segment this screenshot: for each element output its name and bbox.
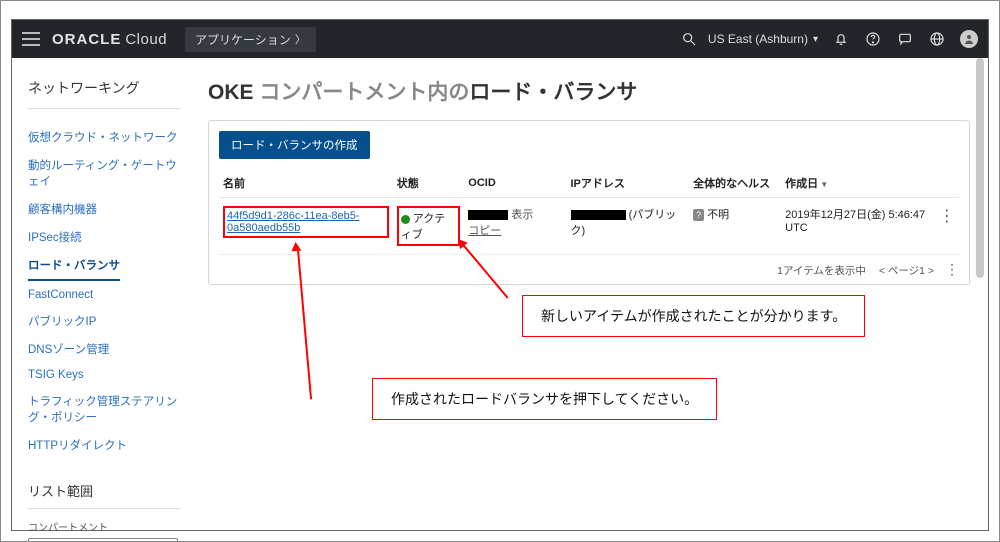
ocid-copy-link[interactable]: コピー	[468, 225, 501, 237]
create-load-balancer-button[interactable]: ロード・バランサの作成	[219, 131, 370, 159]
redacted-ocid	[468, 210, 508, 220]
chevron-down-icon: ▾	[813, 34, 818, 45]
annotation-callout-1: 新しいアイテムが作成されたことが分かります。	[522, 295, 865, 337]
sidebar-item-traffic-steering[interactable]: トラフィック管理ステアリング・ポリシー	[28, 387, 178, 431]
sidebar-item-cpe[interactable]: 顧客構内機器	[28, 195, 180, 223]
sidebar-item-vcn[interactable]: 仮想クラウド・ネットワーク	[28, 123, 180, 151]
annotation-highlight-name: 44f5d9d1-286c-11ea-8eb5-0a580aedb55b	[223, 206, 389, 238]
col-created[interactable]: 作成日	[781, 169, 934, 198]
user-avatar-icon[interactable]	[960, 30, 978, 48]
list-scope-title: リスト範囲	[28, 481, 180, 509]
sidebar-item-http-redirect[interactable]: HTTPリダイレクト	[28, 431, 180, 459]
brand-logo: ORACLECloud	[52, 31, 167, 48]
sidebar-item-drg[interactable]: 動的ルーティング・ゲートウェイ	[28, 151, 180, 195]
page-title: OKE コンパートメント内のロード・バランサ	[208, 76, 970, 106]
col-ocid[interactable]: OCID	[464, 169, 566, 198]
scrollbar-thumb[interactable]	[976, 58, 984, 278]
footer-kebab-icon[interactable]: ⋮	[945, 261, 959, 277]
ocid-show-link[interactable]: 表示	[511, 209, 533, 221]
search-icon[interactable]	[680, 30, 698, 48]
sidebar-item-ipsec[interactable]: IPSec接続	[28, 223, 180, 251]
annotation-highlight-status: アクティブ	[397, 206, 461, 246]
status-active-dot-icon	[401, 215, 410, 224]
col-ip[interactable]: IPアドレス	[567, 169, 690, 198]
load-balancer-panel: ロード・バランサの作成 名前 状態 OCID IPアドレス 全体的なヘルス 作成…	[208, 120, 970, 285]
annotation-callout-2: 作成されたロードバランサを押下してください。	[372, 378, 717, 420]
col-name[interactable]: 名前	[219, 169, 393, 198]
load-balancer-name-link[interactable]: 44f5d9d1-286c-11ea-8eb5-0a580aedb55b	[227, 210, 360, 234]
pagination[interactable]: < ページ1 >	[879, 265, 934, 277]
help-icon[interactable]	[864, 30, 882, 48]
redacted-ip	[571, 210, 626, 220]
sidebar-item-fastconnect[interactable]: FastConnect	[28, 283, 180, 307]
sidebar-item-tsig-keys[interactable]: TSIG Keys	[28, 363, 180, 387]
created-date: 2019年12月27日(金) 5:46:47 UTC	[781, 198, 934, 255]
health-text: 不明	[707, 209, 729, 221]
sidebar-item-load-balancer[interactable]: ロード・バランサ	[28, 251, 120, 281]
col-health[interactable]: 全体的なヘルス	[689, 169, 781, 198]
table-row: 44f5d9d1-286c-11ea-8eb5-0a580aedb55b アクテ…	[219, 198, 959, 255]
sidebar-title: ネットワーキング	[28, 78, 180, 109]
compartment-select[interactable]: OKE ▲▼	[28, 538, 178, 542]
sidebar-item-dns-zone[interactable]: DNSゾーン管理	[28, 335, 180, 363]
sidebar-item-public-ip[interactable]: パブリックIP	[28, 307, 180, 335]
hamburger-menu-icon[interactable]	[22, 32, 40, 46]
globe-icon[interactable]	[928, 30, 946, 48]
region-selector[interactable]: US East (Ashburn) ▾	[708, 32, 818, 46]
region-label: US East (Ashburn)	[708, 32, 808, 46]
col-status[interactable]: 状態	[393, 169, 465, 198]
chat-icon[interactable]	[896, 30, 914, 48]
notification-bell-icon[interactable]	[832, 30, 850, 48]
health-unknown-badge: ?	[693, 209, 704, 221]
applications-menu-label: アプリケーション	[195, 31, 291, 48]
compartment-label: コンパートメント	[28, 519, 180, 534]
chevron-right-icon: 〉	[295, 31, 306, 47]
applications-menu[interactable]: アプリケーション 〉	[185, 27, 316, 52]
annotation-arrowhead-2	[291, 242, 302, 252]
item-count: 1アイテムを表示中	[777, 265, 866, 277]
row-actions-kebab-icon[interactable]: ⋮	[934, 198, 959, 255]
